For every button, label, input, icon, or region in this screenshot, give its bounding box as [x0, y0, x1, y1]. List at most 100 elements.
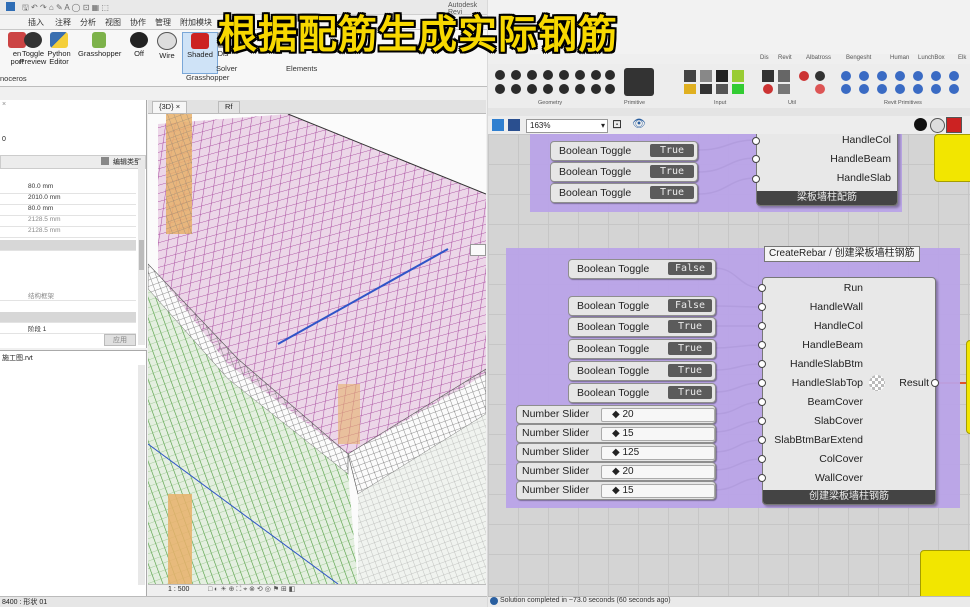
- input-port-dot[interactable]: [758, 417, 766, 425]
- tab-analyze[interactable]: 分析: [80, 17, 96, 28]
- input-port-dot[interactable]: [758, 322, 766, 330]
- edit-type-button[interactable]: 编辑类型: [113, 157, 141, 167]
- output-port-dot[interactable]: [931, 379, 939, 387]
- input-port-dot[interactable]: [758, 379, 766, 387]
- number-slider[interactable]: Number Slider ◆ 15: [516, 424, 716, 443]
- boolean-toggle[interactable]: Boolean Toggle True: [568, 383, 716, 403]
- tab-insert[interactable]: 插入: [28, 17, 44, 28]
- create-rebar-component[interactable]: Run HandleWall HandleCol HandleBeam Hand…: [762, 277, 936, 505]
- number-slider[interactable]: Number Slider ◆ 15: [516, 481, 716, 500]
- slab-rebar-component[interactable]: HandleCol HandleBeam HandleSlab 梁板墙柱配筋: [756, 134, 898, 206]
- close-icon[interactable]: ×: [2, 101, 6, 108]
- tab-addins[interactable]: 附加模块: [180, 17, 212, 28]
- property-row[interactable]: 2128.5 mm: [0, 216, 136, 227]
- run-toggle[interactable]: Boolean Toggle False: [568, 259, 716, 279]
- view-control-icons[interactable]: □ ◐ ☀ ⊕ ⛶ ⌖ ⊗ ⟲ ◎ ⚑ ⊞ ◧: [208, 585, 295, 594]
- tab-rf-view[interactable]: Rf: [218, 101, 240, 113]
- toggle-value[interactable]: True: [650, 144, 694, 157]
- input-handlecol[interactable]: HandleCol: [842, 134, 891, 146]
- tab-lunchbox[interactable]: LunchBox: [918, 55, 945, 61]
- input-port-dot[interactable]: [758, 284, 766, 292]
- revit-primitive-components[interactable]: [838, 68, 968, 96]
- browser-scrollbar[interactable]: [138, 365, 145, 585]
- output-result[interactable]: Result: [899, 377, 929, 389]
- number-slider[interactable]: Number Slider ◆ 20: [516, 462, 716, 481]
- tab-bengesht[interactable]: Bengesht: [846, 55, 871, 61]
- apply-button[interactable]: 应用: [104, 334, 136, 346]
- input-handleslabtop[interactable]: HandleSlabTop: [792, 377, 863, 389]
- util-components[interactable]: [760, 68, 836, 96]
- save-file-icon[interactable]: [508, 119, 520, 131]
- boolean-toggle[interactable]: Boolean Toggle True: [550, 183, 698, 203]
- preview-wire-icon[interactable]: [930, 118, 945, 133]
- boolean-toggle[interactable]: Boolean Toggle True: [568, 361, 716, 381]
- wire-button[interactable]: Wire: [150, 32, 184, 72]
- slider-grip-icon[interactable]: ◆: [612, 447, 620, 458]
- yellow-panel[interactable]: [920, 550, 970, 596]
- input-port-dot[interactable]: [758, 360, 766, 368]
- viewcube-icon[interactable]: [470, 244, 486, 256]
- slider-track[interactable]: ◆ 20: [601, 408, 715, 422]
- tab-view[interactable]: 视图: [105, 17, 121, 28]
- toggle-value[interactable]: True: [668, 386, 712, 399]
- input-wallcover[interactable]: WallCover: [815, 472, 863, 484]
- boolean-toggle[interactable]: Boolean Toggle False: [568, 296, 716, 316]
- toggle-value[interactable]: False: [668, 262, 712, 275]
- yellow-panel[interactable]: [934, 134, 970, 182]
- tab-collaborate[interactable]: 协作: [130, 17, 146, 28]
- input-port-dot[interactable]: [752, 175, 760, 183]
- input-slabbtmbarextend[interactable]: SlabBtmBarExtend: [774, 434, 863, 446]
- toggle-value[interactable]: True: [668, 342, 712, 355]
- yellow-panel[interactable]: [966, 340, 970, 434]
- geometry-components[interactable]: [492, 68, 616, 96]
- revit-logo-icon[interactable]: [6, 2, 15, 11]
- primitive-components[interactable]: [624, 68, 654, 96]
- input-port-dot[interactable]: [758, 303, 766, 311]
- input-port-dot[interactable]: [752, 137, 760, 145]
- property-row[interactable]: 80.0 mm: [0, 205, 136, 216]
- toggle-value[interactable]: True: [650, 165, 694, 178]
- project-file-name[interactable]: 施工图.rvt: [2, 353, 33, 363]
- input-components[interactable]: [682, 68, 752, 96]
- input-handlewall[interactable]: HandleWall: [810, 301, 863, 313]
- tab-manage[interactable]: 管理: [155, 17, 171, 28]
- boolean-toggle[interactable]: Boolean Toggle True: [568, 317, 716, 337]
- boolean-toggle[interactable]: Boolean Toggle True: [550, 162, 698, 182]
- toggle-value[interactable]: True: [668, 320, 712, 333]
- input-handlebeam[interactable]: HandleBeam: [830, 153, 891, 165]
- property-row[interactable]: 80.0 mm: [0, 183, 136, 194]
- scale-indicator[interactable]: 1 : 500: [168, 586, 189, 593]
- toggle-value[interactable]: False: [668, 299, 712, 312]
- property-section-header[interactable]: [0, 240, 136, 251]
- zoom-dropdown[interactable]: 163% ▾: [526, 119, 608, 133]
- input-port-dot[interactable]: [758, 436, 766, 444]
- input-handleslab[interactable]: HandleSlab: [837, 172, 891, 184]
- tab-elk[interactable]: Elk: [958, 55, 966, 61]
- slider-grip-icon[interactable]: ◆: [612, 485, 620, 496]
- tab-display[interactable]: Dis: [760, 55, 769, 61]
- input-port-dot[interactable]: [758, 455, 766, 463]
- 3d-viewport[interactable]: [148, 114, 486, 584]
- qat-icons[interactable]: 🖫 ↶ ↷ ⌂ ✎ A ◯ ⊡ ▦ ⬚: [22, 2, 109, 16]
- slider-track[interactable]: ◆ 15: [601, 427, 715, 441]
- scroll-thumb[interactable]: [139, 240, 144, 270]
- input-slabcover[interactable]: SlabCover: [814, 415, 863, 427]
- input-port-dot[interactable]: [758, 341, 766, 349]
- number-slider[interactable]: Number Slider ◆ 20: [516, 405, 716, 424]
- property-row[interactable]: 结构框架: [0, 290, 136, 301]
- shaded-button[interactable]: Shaded: [182, 32, 218, 74]
- open-file-icon[interactable]: [492, 119, 504, 131]
- grasshopper-canvas[interactable]: Boolean Toggle True Boolean Toggle True …: [488, 134, 970, 596]
- properties-scrollbar[interactable]: [138, 160, 145, 345]
- property-row[interactable]: 2128.5 mm: [0, 227, 136, 238]
- toggle-value[interactable]: True: [650, 186, 694, 199]
- slider-grip-icon[interactable]: ◆: [612, 466, 620, 477]
- python-editor-button[interactable]: Python Editor: [42, 32, 76, 72]
- input-port-dot[interactable]: [752, 155, 760, 163]
- input-handlecol[interactable]: HandleCol: [814, 320, 863, 332]
- input-port-dot[interactable]: [758, 474, 766, 482]
- input-run[interactable]: Run: [844, 282, 863, 294]
- tab-revit[interactable]: Revit: [778, 55, 792, 61]
- grasshopper-button[interactable]: Grasshopper: [78, 32, 121, 72]
- type-selector[interactable]: 编辑类型: [0, 155, 146, 169]
